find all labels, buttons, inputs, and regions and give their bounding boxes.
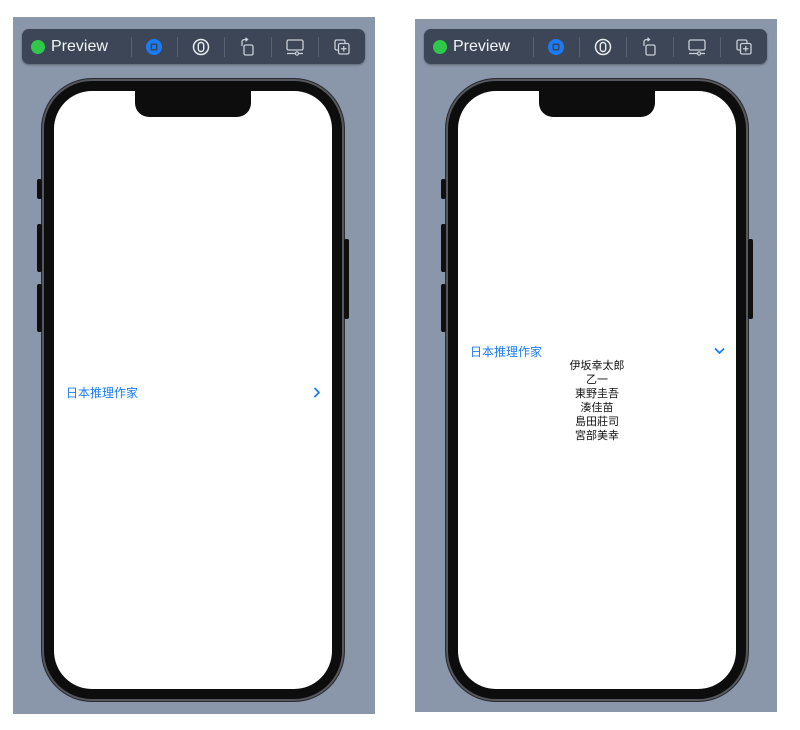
rotate-icon bbox=[241, 36, 254, 56]
live-mode-button[interactable] bbox=[131, 29, 177, 64]
chevron-down-icon bbox=[714, 347, 725, 355]
device-settings-icon bbox=[286, 38, 304, 56]
preview-label: Preview bbox=[51, 37, 108, 55]
phone-screen: 日本推理作家 bbox=[54, 91, 332, 689]
list-item: 東野圭吾 bbox=[575, 388, 619, 400]
selectable-mode-icon bbox=[595, 38, 612, 55]
disclosure-group-header[interactable]: 日本推理作家 bbox=[66, 382, 321, 402]
preview-toolbar: Preview bbox=[22, 29, 365, 64]
live-indicator-icon bbox=[31, 39, 45, 54]
power-button bbox=[748, 239, 753, 319]
iphone-frame: 日本推理作家 伊坂幸太郎 乙一 東野圭吾 湊佳苗 島田莊司 宮部美幸 bbox=[441, 79, 753, 701]
preview-button[interactable]: Preview bbox=[424, 29, 533, 64]
live-mode-button[interactable] bbox=[533, 29, 579, 64]
selectable-mode-icon bbox=[193, 38, 210, 55]
duplicate-button[interactable] bbox=[721, 29, 767, 64]
list-item: 島田莊司 bbox=[575, 416, 619, 428]
mute-switch bbox=[441, 179, 446, 199]
disclosure-group-content: 伊坂幸太郎 乙一 東野圭吾 湊佳苗 島田莊司 宮部美幸 bbox=[458, 359, 736, 443]
selectable-mode-button[interactable] bbox=[178, 29, 224, 64]
phone-screen: 日本推理作家 伊坂幸太郎 乙一 東野圭吾 湊佳苗 島田莊司 宮部美幸 bbox=[458, 91, 736, 689]
chevron-right-icon bbox=[313, 387, 321, 398]
list-item: 湊佳苗 bbox=[580, 402, 614, 414]
volume-down-button bbox=[37, 284, 42, 332]
rotate-icon bbox=[643, 36, 656, 56]
rotate-button[interactable] bbox=[225, 29, 271, 64]
device-settings-icon bbox=[688, 38, 706, 56]
notch bbox=[539, 91, 655, 117]
power-button bbox=[344, 239, 349, 319]
live-indicator-icon bbox=[433, 39, 447, 54]
list-item: 乙一 bbox=[586, 374, 608, 386]
disclosure-group-header[interactable]: 日本推理作家 bbox=[470, 341, 725, 361]
duplicate-icon bbox=[736, 38, 752, 55]
preview-panel-collapsed: Preview 日本推理作家 bbox=[13, 17, 375, 714]
volume-up-button bbox=[441, 224, 446, 272]
list-item: 伊坂幸太郎 bbox=[569, 360, 625, 372]
duplicate-button[interactable] bbox=[319, 29, 365, 64]
notch bbox=[135, 91, 251, 117]
duplicate-icon bbox=[334, 38, 350, 55]
iphone-frame: 日本推理作家 bbox=[37, 79, 349, 701]
mute-switch bbox=[37, 179, 42, 199]
live-mode-icon bbox=[548, 38, 565, 55]
rotate-button[interactable] bbox=[627, 29, 673, 64]
disclosure-group-title: 日本推理作家 bbox=[470, 344, 543, 359]
device-settings-button[interactable] bbox=[674, 29, 720, 64]
preview-panel-expanded: Preview 日本推理作家 伊坂幸太郎 乙一 東野圭吾 湊佳苗 島田莊司 宮部… bbox=[415, 19, 777, 712]
preview-label: Preview bbox=[453, 37, 510, 55]
volume-up-button bbox=[37, 224, 42, 272]
selectable-mode-button[interactable] bbox=[580, 29, 626, 64]
preview-toolbar: Preview bbox=[424, 29, 767, 64]
volume-down-button bbox=[441, 284, 446, 332]
live-mode-icon bbox=[146, 38, 163, 55]
device-settings-button[interactable] bbox=[272, 29, 318, 64]
disclosure-group-title: 日本推理作家 bbox=[66, 385, 139, 400]
preview-button[interactable]: Preview bbox=[22, 29, 131, 64]
list-item: 宮部美幸 bbox=[575, 430, 619, 442]
